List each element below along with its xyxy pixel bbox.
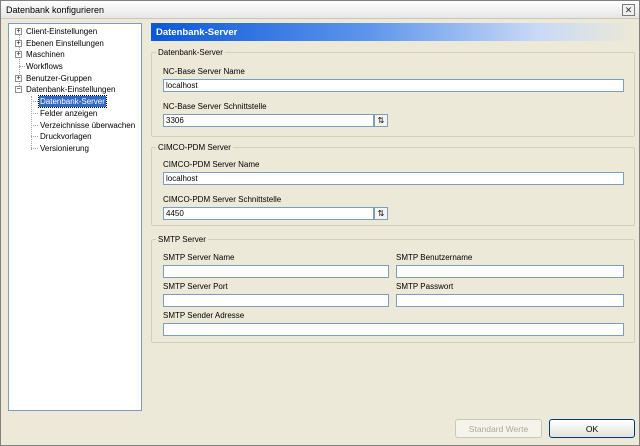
smtp-server-name-label: SMTP Server Name [163, 253, 235, 262]
cimco-server-port-input[interactable]: 4450 [163, 207, 374, 220]
group-title: SMTP Server [156, 234, 208, 245]
tree-item-felder-anzeigen[interactable]: Felder anzeigen [9, 108, 141, 119]
spin-arrows-icon: ⇅ [377, 209, 385, 218]
cimco-server-port-label: CIMCO-PDM Server Schnittstelle [163, 195, 282, 204]
cimco-port-spin-button[interactable]: ⇅ [374, 207, 388, 220]
tree-item-label: Benutzer-Gruppen [26, 74, 92, 83]
tree-item-label: Client-Einstellungen [26, 27, 98, 36]
dialog-window: Datenbank konfigurieren ✕ + Client-Einst… [0, 0, 640, 446]
tree-item-label: Ebenen Einstellungen [26, 39, 104, 48]
ok-button[interactable]: OK [549, 419, 635, 438]
settings-tree[interactable]: + Client-Einstellungen + Ebenen Einstell… [8, 23, 142, 411]
expand-icon[interactable]: + [15, 51, 22, 58]
close-icon: ✕ [624, 4, 633, 15]
nc-server-name-input[interactable]: localhost [163, 79, 624, 92]
tree-item-label: Workflows [26, 62, 63, 71]
smtp-server-name-input[interactable] [163, 265, 389, 278]
nc-server-port-input[interactable]: 3306 [163, 114, 374, 127]
cimco-server-name-label: CIMCO-PDM Server Name [163, 160, 260, 169]
group-datenbank-server: Datenbank-Server NC-Base Server Name loc… [151, 47, 635, 137]
collapse-icon[interactable]: − [15, 86, 22, 93]
smtp-sender-input[interactable] [163, 323, 624, 336]
tree-item-verzeichnisse-ueberwachen[interactable]: Verzeichnisse überwachen [9, 120, 141, 131]
nc-port-spin-button[interactable]: ⇅ [374, 114, 388, 127]
standard-values-button[interactable]: Standard Werte [455, 419, 542, 438]
smtp-password-input[interactable] [396, 294, 624, 307]
tree-item-versionierung[interactable]: Versionierung [9, 143, 141, 154]
tree-item-druckvorlagen[interactable]: Druckvorlagen [9, 131, 141, 142]
tree-item-client-einstellungen[interactable]: + Client-Einstellungen [9, 26, 141, 37]
close-button[interactable]: ✕ [622, 4, 635, 16]
tree-item-label: Verzeichnisse überwachen [40, 121, 136, 130]
window-title: Datenbank konfigurieren [6, 5, 105, 15]
smtp-sender-label: SMTP Sender Adresse [163, 311, 245, 320]
tree-item-label: Datenbank-Einstellungen [26, 85, 116, 94]
tree-item-label: Druckvorlagen [40, 132, 92, 141]
group-title: CIMCO-PDM Server [156, 142, 233, 153]
tree-item-label: Maschinen [26, 50, 65, 59]
tree-item-maschinen[interactable]: + Maschinen [9, 49, 141, 60]
smtp-port-label: SMTP Server Port [163, 282, 228, 291]
smtp-username-label: SMTP Benutzername [396, 253, 473, 262]
nc-server-port-label: NC-Base Server Schnittstelle [163, 102, 267, 111]
tree-item-label: Felder anzeigen [40, 109, 98, 118]
tree-item-datenbank-einstellungen[interactable]: − Datenbank-Einstellungen [9, 84, 141, 95]
cimco-server-name-input[interactable]: localhost [163, 172, 624, 185]
smtp-port-input[interactable] [163, 294, 389, 307]
group-cimco-pdm-server: CIMCO-PDM Server CIMCO-PDM Server Name l… [151, 142, 635, 226]
tree-item-benutzer-gruppen[interactable]: + Benutzer-Gruppen [9, 73, 141, 84]
tree-item-workflows[interactable]: Workflows [9, 61, 141, 72]
tree-item-ebenen-einstellungen[interactable]: + Ebenen Einstellungen [9, 38, 141, 49]
tree-item-label: Datenbank-Server [38, 95, 107, 108]
group-title: Datenbank-Server [156, 47, 225, 58]
tree-item-label: Versionierung [40, 144, 89, 153]
expand-icon[interactable]: + [15, 75, 22, 82]
page-title: Datenbank-Server [151, 23, 635, 41]
spin-arrows-icon: ⇅ [377, 116, 385, 125]
smtp-username-input[interactable] [396, 265, 624, 278]
nc-server-name-label: NC-Base Server Name [163, 67, 245, 76]
expand-icon[interactable]: + [15, 40, 22, 47]
title-bar[interactable]: Datenbank konfigurieren ✕ [1, 1, 639, 19]
tree-item-datenbank-server[interactable]: Datenbank-Server [9, 95, 141, 108]
group-smtp-server: SMTP Server SMTP Server Name SMTP Benutz… [151, 234, 635, 343]
expand-icon[interactable]: + [15, 28, 22, 35]
smtp-password-label: SMTP Passwort [396, 282, 454, 291]
